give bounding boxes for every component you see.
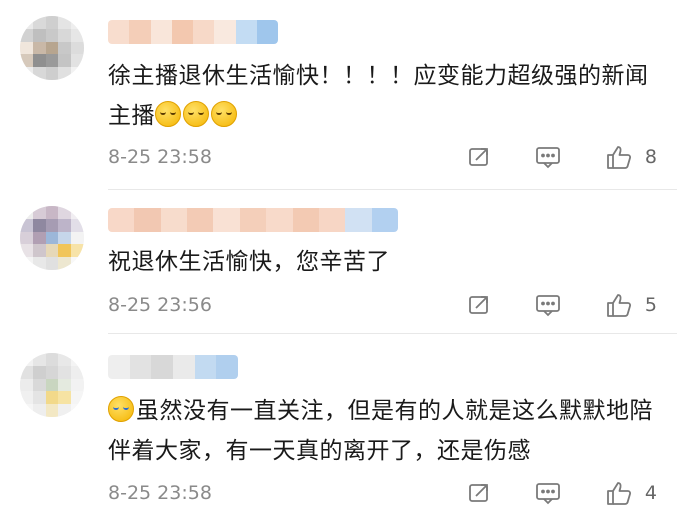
like-button[interactable]: 5	[605, 292, 657, 318]
awkward-face-emoji	[183, 101, 209, 127]
comment-item: 虽然没有一直关注，但是有的人就是这么默默地陪伴着大家，有一天真的离开了，还是伤感…	[0, 335, 677, 525]
comment-item: 徐主播退休生活愉快！！！！应变能力超级强的新闻主播 8-25 23:58 8	[0, 0, 677, 190]
comment-text: 祝退休生活愉快，您辛苦了	[108, 242, 657, 282]
comment-text: 徐主播退休生活愉快！！！！应变能力超级强的新闻主播	[108, 56, 657, 136]
username-blurred[interactable]	[108, 355, 238, 379]
username-blurred[interactable]	[108, 208, 398, 232]
comment-text: 虽然没有一直关注，但是有的人就是这么默默地陪伴着大家，有一天真的离开了，还是伤感	[108, 391, 657, 471]
username-blurred[interactable]	[108, 20, 278, 44]
comment-item: 祝退休生活愉快，您辛苦了 8-25 23:56 5	[0, 190, 677, 335]
share-icon	[469, 296, 488, 314]
like-count: 8	[644, 146, 657, 168]
like-button[interactable]: 4	[605, 480, 657, 506]
share-button[interactable]	[467, 293, 491, 317]
comment-body: 虽然没有一直关注，但是有的人就是这么默默地陪伴着大家，有一天真的离开了，还是伤感	[108, 398, 653, 464]
like-count: 4	[644, 482, 657, 504]
avatar[interactable]	[20, 206, 84, 270]
awkward-face-emoji	[211, 101, 237, 127]
comment-meta: 8-25 23:58 4	[108, 477, 657, 509]
comment-time: 8-25 23:58	[108, 146, 212, 168]
avatar[interactable]	[20, 353, 84, 417]
comment-button[interactable]	[535, 293, 561, 317]
share-button[interactable]	[467, 145, 491, 169]
comment-time: 8-25 23:58	[108, 482, 212, 504]
share-icon	[469, 148, 488, 166]
comment-body: 祝退休生活愉快，您辛苦了	[108, 249, 390, 275]
comment-icon	[536, 295, 560, 317]
comment-button[interactable]	[535, 145, 561, 169]
share-button[interactable]	[467, 481, 491, 505]
like-button[interactable]: 8	[605, 144, 657, 170]
avatar[interactable]	[20, 16, 84, 80]
comment-meta: 8-25 23:56 5	[108, 289, 657, 321]
crying-face-emoji	[108, 396, 134, 422]
comment-icon	[536, 483, 560, 505]
like-count: 5	[644, 294, 657, 316]
comment-time: 8-25 23:56	[108, 294, 212, 316]
comment-button[interactable]	[535, 481, 561, 505]
thumbs-up-icon	[607, 146, 631, 169]
share-icon	[469, 484, 488, 502]
thumbs-up-icon	[607, 482, 631, 505]
comment-icon	[536, 147, 560, 169]
awkward-face-emoji	[155, 101, 181, 127]
comment-meta: 8-25 23:58 8	[108, 141, 657, 173]
divider	[108, 333, 677, 334]
thumbs-up-icon	[607, 294, 631, 317]
